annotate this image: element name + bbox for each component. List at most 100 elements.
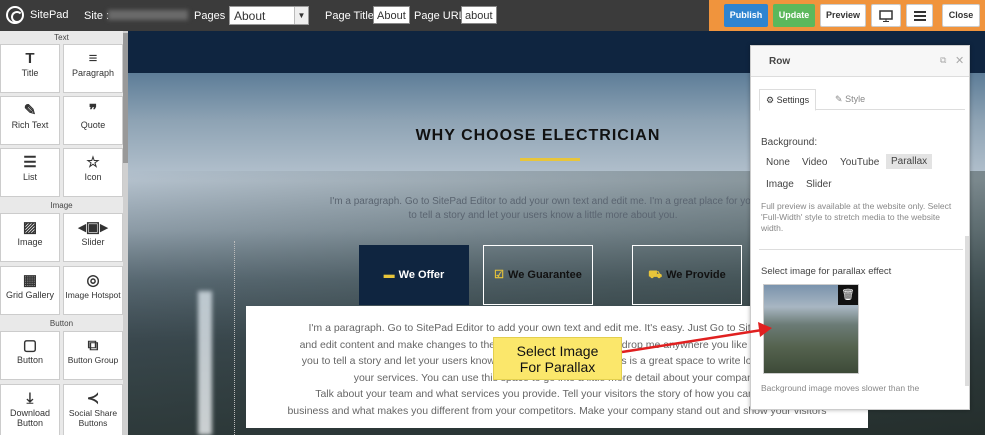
widget-slider[interactable]: ◂▣▸ Slider	[63, 213, 123, 262]
close-button[interactable]: Close	[942, 4, 980, 27]
widget-label: Image Hotspot	[65, 290, 121, 300]
tab-we-guarantee[interactable]: ☑ We Guarantee	[483, 245, 593, 305]
site-label: Site :	[84, 10, 110, 22]
select-image-label: Select image for parallax effect	[761, 266, 892, 277]
rich-text-icon: ✎	[23, 102, 37, 119]
button-icon: ▢	[22, 337, 38, 354]
section-image: Image	[50, 201, 73, 210]
quote-icon: ❞	[88, 102, 98, 119]
brush-icon: ✎	[835, 94, 843, 104]
widget-quote[interactable]: ❞ Quote	[63, 96, 123, 145]
parallax-description: Background image moves slower than the	[761, 383, 920, 393]
button-group-icon: ⧉	[87, 337, 99, 354]
section-heading[interactable]: WHY CHOOSE ELECTRICIAN	[388, 127, 688, 145]
trash-icon[interactable]: 🗑	[838, 285, 858, 305]
widget-label: Slider	[81, 237, 105, 247]
widget-label: Title	[21, 68, 39, 78]
background-label: Background:	[761, 137, 818, 148]
widget-paragraph[interactable]: ≡ Paragraph	[63, 44, 123, 93]
tab-style-label: Style	[845, 94, 866, 104]
star-icon: ☆	[86, 154, 100, 171]
bg-option-image[interactable]: Image	[761, 177, 799, 192]
widget-social-share[interactable]: ≺ Social Share Buttons	[63, 384, 123, 435]
panel-header[interactable]: Row ⧉ ✕	[751, 46, 969, 77]
callout-line-2: For Parallax	[519, 359, 596, 375]
panel-title: Row	[769, 56, 791, 67]
site-name-blurred	[108, 10, 188, 20]
slider-icon: ◂▣▸	[78, 219, 108, 236]
tab-we-offer[interactable]: ▬ We Offer	[359, 245, 469, 305]
image-icon: ▨	[22, 219, 38, 236]
check-square-icon: ☑	[494, 269, 505, 281]
publish-button[interactable]: Publish	[724, 4, 768, 27]
widget-label: List	[22, 172, 37, 182]
waterfall-background	[198, 291, 212, 435]
hotspot-icon: ◎	[86, 272, 100, 289]
grid-gallery-icon: ▦	[22, 272, 38, 289]
heading-underline	[520, 158, 580, 161]
credit-card-icon: ▬	[383, 269, 395, 281]
chevron-down-icon: ▼	[294, 7, 308, 24]
page-title-input[interactable]: About	[373, 6, 410, 24]
tab-label: We Provide	[666, 269, 726, 281]
widget-label: Quote	[80, 120, 106, 130]
bg-option-slider[interactable]: Slider	[801, 177, 837, 192]
bg-option-video[interactable]: Video	[797, 155, 832, 170]
widget-icon[interactable]: ☆ Icon	[63, 148, 123, 197]
top-toolbar: SitePad Site : Pages : About ▼ Page Titl…	[0, 0, 985, 31]
monitor-icon	[879, 10, 893, 22]
widget-label: Button Group	[67, 355, 119, 365]
widget-label: Icon	[84, 172, 102, 182]
widget-grid-gallery[interactable]: ▦ Grid Gallery	[0, 266, 60, 315]
widget-label: Download Button	[9, 408, 51, 428]
section-button: Button	[49, 319, 74, 328]
truck-icon: ⛟	[648, 269, 663, 281]
parallax-image-picker[interactable]: 🗑	[763, 284, 859, 374]
device-preview-button[interactable]	[871, 4, 901, 27]
bg-option-parallax[interactable]: Parallax	[886, 154, 933, 169]
hamburger-icon	[913, 11, 926, 21]
tab-label: We Offer	[398, 269, 445, 281]
list-icon: ☰	[23, 154, 37, 171]
widget-label: Button	[16, 355, 44, 365]
paragraph-icon: ≡	[88, 50, 98, 67]
share-icon: ≺	[86, 390, 100, 407]
widget-image-hotspot[interactable]: ◎ Image Hotspot	[63, 266, 123, 315]
page-url-label: Page URL:	[414, 10, 468, 22]
widget-image[interactable]: ▨ Image	[0, 213, 60, 262]
widget-download-button[interactable]: ⤓ Download Button	[0, 384, 60, 435]
widget-list[interactable]: ☰ List	[0, 148, 60, 197]
widget-button-group[interactable]: ⧉ Button Group	[63, 331, 123, 380]
popout-icon[interactable]: ⧉	[940, 55, 946, 66]
bg-option-none[interactable]: None	[761, 155, 795, 170]
guide-line	[234, 241, 235, 435]
widget-rich-text[interactable]: ✎ Rich Text	[0, 96, 60, 145]
widget-label: Image	[17, 237, 43, 247]
bg-option-youtube[interactable]: YouTube	[835, 155, 884, 170]
intro-paragraph[interactable]: I'm a paragraph. Go to SitePad Editor to…	[328, 195, 758, 223]
panel-scrollbar[interactable]	[965, 236, 969, 386]
widget-button[interactable]: ▢ Button	[0, 331, 60, 380]
update-button[interactable]: Update	[773, 4, 815, 27]
tab-style[interactable]: ✎ Style	[829, 89, 871, 111]
widget-label: Paragraph	[71, 68, 115, 78]
divider	[759, 249, 963, 250]
menu-button[interactable]	[906, 4, 933, 27]
close-icon[interactable]: ✕	[955, 54, 964, 67]
page-url-input[interactable]: about	[461, 6, 497, 24]
pages-select[interactable]: About ▼	[229, 6, 309, 25]
tab-settings[interactable]: ⚙ Settings	[759, 89, 817, 111]
widget-panel: Text T Title ≡ Paragraph ✎ Rich Text ❞ Quote…	[0, 31, 128, 435]
widget-label: Social Share Buttons	[68, 408, 118, 428]
download-icon: ⤓	[26, 390, 34, 407]
widget-label: Rich Text	[11, 120, 49, 130]
panel-tabs: ⚙ Settings ✎ Style	[759, 89, 965, 111]
tab-settings-label: Settings	[776, 95, 810, 105]
preview-button[interactable]: Preview	[820, 4, 866, 27]
callout-line-1: Select Image	[516, 343, 599, 359]
widget-title[interactable]: T Title	[0, 44, 60, 93]
tab-we-provide[interactable]: ⛟ We Provide	[632, 245, 742, 305]
title-icon: T	[25, 50, 35, 67]
widget-label: Grid Gallery	[5, 290, 54, 300]
preview-note: Full preview is available at the website…	[761, 201, 952, 233]
